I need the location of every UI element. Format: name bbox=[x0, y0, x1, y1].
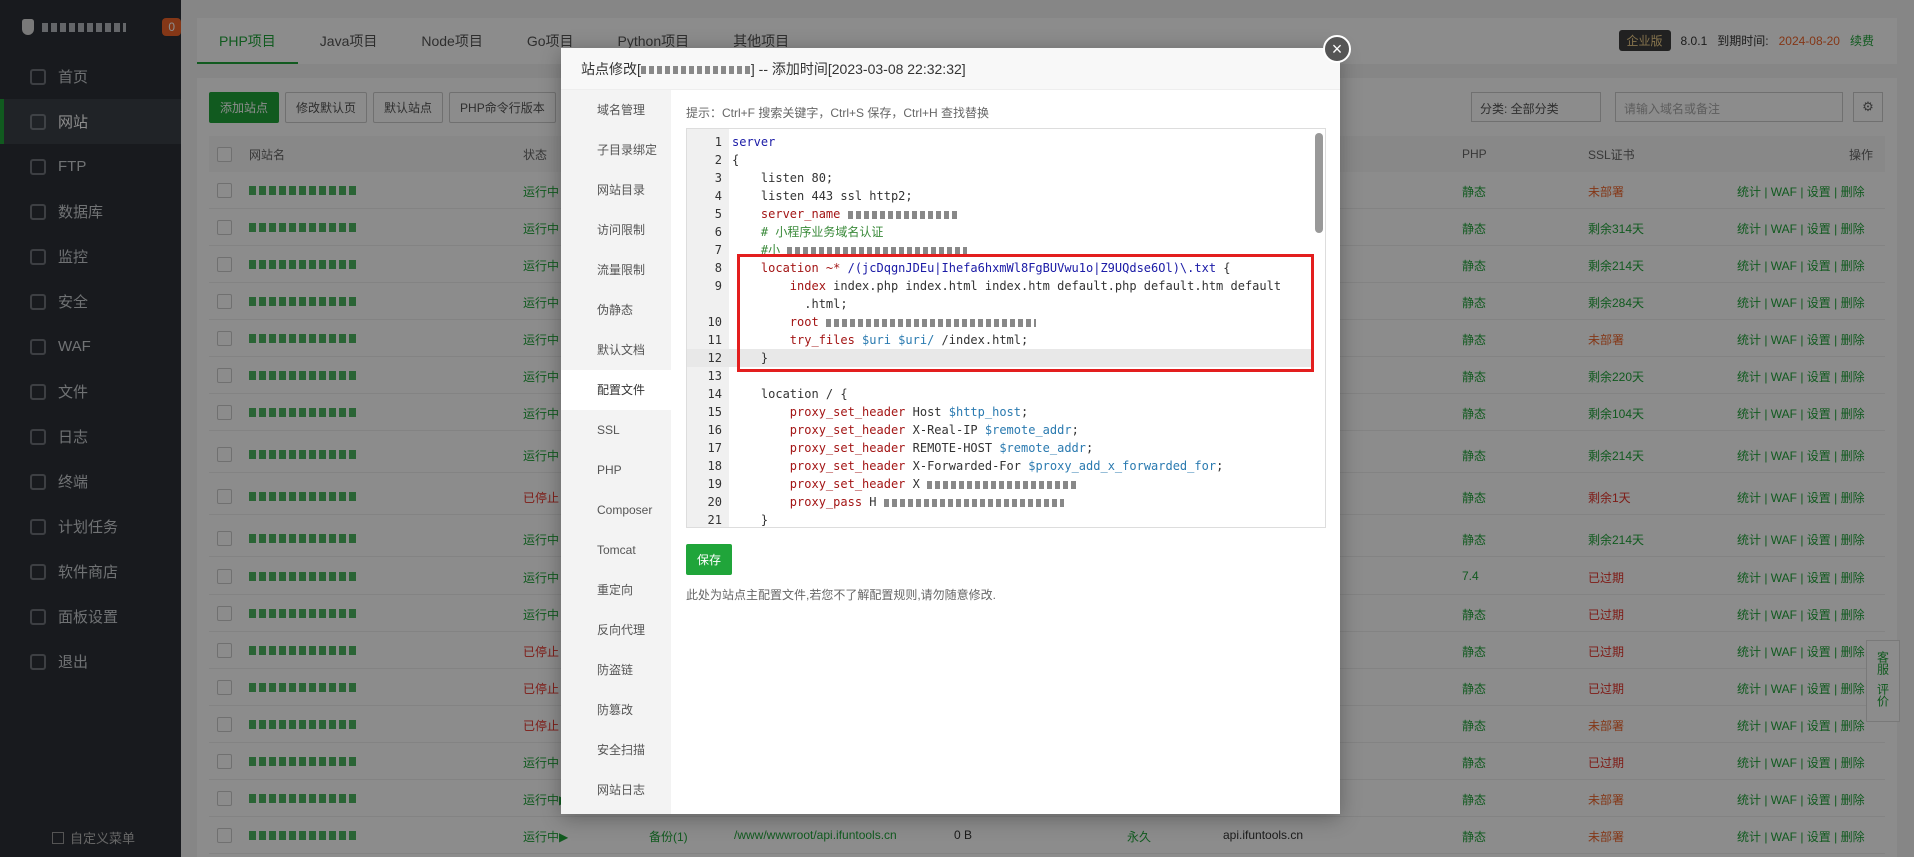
code-line[interactable]: 1 server bbox=[687, 133, 1311, 151]
modal-nav-item[interactable]: 域名管理 bbox=[561, 90, 671, 130]
modal-nav-item[interactable]: 配置文件 bbox=[561, 370, 671, 410]
modal-nav-item[interactable]: SSL bbox=[561, 410, 671, 450]
modal-nav-item[interactable]: 访问限制 bbox=[561, 210, 671, 250]
save-button[interactable]: 保存 bbox=[686, 544, 733, 575]
code-line[interactable]: 15 proxy_set_header Host $http_host; bbox=[687, 403, 1311, 421]
modal-nav-item[interactable]: 安全扫描 bbox=[561, 730, 671, 770]
code-line[interactable]: 20 proxy_pass H bbox=[687, 493, 1311, 511]
code-line[interactable]: 5 server_name bbox=[687, 205, 1311, 223]
code-line[interactable]: 16 proxy_set_header X-Real-IP $remote_ad… bbox=[687, 421, 1311, 439]
code-line[interactable]: 3 listen 80; bbox=[687, 169, 1311, 187]
modal-nav-item[interactable]: 网站日志 bbox=[561, 770, 671, 810]
modal-nav-item[interactable]: 默认文档 bbox=[561, 330, 671, 370]
modal-nav-item[interactable]: Tomcat bbox=[561, 530, 671, 570]
code-line[interactable]: 18 proxy_set_header X-Forwarded-For $pro… bbox=[687, 457, 1311, 475]
modal-nav: 域名管理 子目录绑定 网站目录 访问限制 流量限制 伪静态 默认文档 配置文件 SSL PHP Co… bbox=[561, 90, 671, 814]
site-name-redacted bbox=[640, 66, 751, 75]
modal-nav-item[interactable]: 反向代理 bbox=[561, 610, 671, 650]
highlight-box bbox=[737, 254, 1314, 372]
modal-nav-item[interactable]: 网站目录 bbox=[561, 170, 671, 210]
code-line[interactable]: 6 # 小程序业务域名认证 bbox=[687, 223, 1311, 241]
code-line[interactable]: 21 } bbox=[687, 511, 1311, 527]
modal-nav-item[interactable]: 防盗链 bbox=[561, 650, 671, 690]
modal-title: 站点修改[] -- 添加时间[2023-03-08 22:32:32] bbox=[561, 48, 1340, 90]
modal-nav-item[interactable]: 防篡改 bbox=[561, 690, 671, 730]
modal-nav-item[interactable]: 伪静态 bbox=[561, 290, 671, 330]
config-note: 此处为站点主配置文件,若您不了解配置规则,请勿随意修改. bbox=[686, 588, 997, 602]
modal-nav-item[interactable]: 流量限制 bbox=[561, 250, 671, 290]
code-line[interactable]: 19 proxy_set_header X bbox=[687, 475, 1311, 493]
modal-nav-item[interactable]: Composer bbox=[561, 490, 671, 530]
config-file-pane: 提示：Ctrl+F 搜索关键字，Ctrl+S 保存，Ctrl+H 查找替换 1s… bbox=[686, 104, 1326, 602]
code-line[interactable]: 17 proxy_set_header REMOTE-HOST $remote_… bbox=[687, 439, 1311, 457]
code-line[interactable]: 4 listen 443 ssl http2; bbox=[687, 187, 1311, 205]
modal-nav-item[interactable]: 子目录绑定 bbox=[561, 130, 671, 170]
modal-nav-item[interactable]: 重定向 bbox=[561, 570, 671, 610]
editor-scrollbar[interactable] bbox=[1315, 133, 1323, 233]
modal-nav-item[interactable]: PHP bbox=[561, 450, 671, 490]
code-line[interactable]: 14 location / { bbox=[687, 385, 1311, 403]
site-edit-modal: × 站点修改[] -- 添加时间[2023-03-08 22:32:32] 域名… bbox=[561, 35, 1351, 814]
code-line[interactable]: 2{ bbox=[687, 151, 1311, 169]
config-editor[interactable]: 1 server 2{ 3 listen 80; 4 listen 443 ssl… bbox=[686, 128, 1326, 528]
close-icon[interactable]: × bbox=[1323, 35, 1351, 63]
editor-hint: 提示：Ctrl+F 搜索关键字，Ctrl+S 保存，Ctrl+H 查找替换 bbox=[686, 106, 990, 120]
